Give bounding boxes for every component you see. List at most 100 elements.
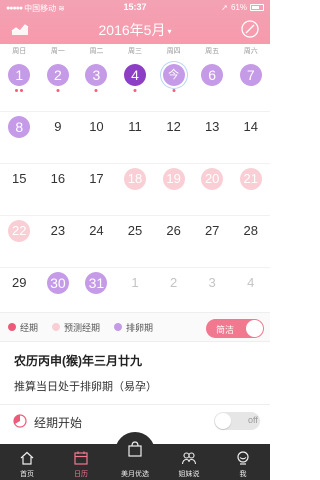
weekday-header: 周日 周一 周二 周三 周四 周五 周六 — [0, 46, 270, 58]
lunar-date: 农历丙申(猴)年三月廿九 — [14, 354, 142, 368]
month-selector[interactable]: 2016年5月 ▾ — [0, 20, 270, 40]
calendar-day[interactable]: 7 — [231, 60, 270, 111]
record-dots — [94, 89, 98, 92]
calendar-week: 1 2 3 4 今 6 7 — [0, 60, 270, 112]
day-number: 26 — [166, 223, 181, 238]
battery-icon — [250, 4, 264, 11]
day-number: 21 — [239, 168, 262, 190]
legend-period: 经期 — [8, 321, 38, 334]
day-number: 8 — [8, 116, 31, 138]
day-number: 2 — [46, 64, 69, 86]
calendar-day[interactable]: 27 — [193, 216, 232, 267]
period-start-label: 经期开始 — [34, 416, 83, 430]
day-number: 16 — [50, 171, 66, 186]
day-number: 1 — [131, 275, 139, 290]
calendar-day[interactable]: 15 — [0, 164, 39, 215]
people-icon — [181, 452, 197, 465]
day-number: 1 — [8, 64, 31, 86]
day-number: 3 — [208, 275, 216, 290]
calendar-icon — [74, 451, 88, 465]
prediction-text: 推算当日处于排卵期（易孕） — [14, 381, 157, 393]
calendar-grid: 1 2 3 4 今 6 7 8 9 10 11 12 13 14 15 16 1… — [0, 60, 270, 320]
calendar-day[interactable]: 13 — [193, 112, 232, 163]
calendar-day[interactable]: 8 — [0, 112, 39, 163]
record-dots — [172, 89, 176, 92]
calendar-day[interactable]: 24 — [77, 216, 116, 267]
calendar-day[interactable]: 3 — [77, 60, 116, 111]
day-number: 6 — [201, 64, 224, 86]
calendar-day[interactable]: 4 — [116, 60, 155, 111]
calendar-header: 2016年5月 ▾ — [0, 14, 270, 44]
chevron-down-icon: ▾ — [167, 26, 172, 36]
calendar-day[interactable]: 2 — [39, 60, 78, 111]
calendar-day[interactable]: 9 — [39, 112, 78, 163]
day-number: 27 — [204, 223, 220, 238]
day-number: 31 — [85, 272, 108, 294]
day-number: 7 — [239, 64, 262, 86]
calendar-day[interactable]: 21 — [231, 164, 270, 215]
calendar-week: 22 23 24 25 26 27 28 — [0, 216, 270, 268]
calendar-day[interactable]: 14 — [231, 112, 270, 163]
toggle-label: 简洁 — [216, 325, 235, 335]
day-number: 29 — [12, 275, 27, 290]
period-start-toggle[interactable]: off — [214, 412, 260, 430]
day-number: 22 — [8, 220, 31, 242]
day-number: 11 — [128, 119, 142, 134]
calendar-day[interactable]: 18 — [116, 164, 155, 215]
ovulation-dot-icon — [114, 323, 123, 331]
day-number: 17 — [89, 171, 104, 186]
calendar-day[interactable]: 28 — [231, 216, 270, 267]
day-number: 2 — [169, 275, 178, 290]
calendar-day[interactable]: 26 — [154, 216, 193, 267]
calendar-day[interactable]: 22 — [0, 216, 39, 267]
weekday-label: 周三 — [128, 48, 143, 55]
toggle-state: off — [248, 415, 258, 425]
calendar-week: 8 9 10 11 12 13 14 — [0, 112, 270, 164]
month-title: 2016年5月 — [98, 22, 166, 38]
toggle-knob — [246, 320, 263, 337]
simple-mode-toggle[interactable]: 简洁 — [206, 319, 264, 338]
tab-home[interactable]: 首页 — [0, 444, 54, 480]
day-number: 今 — [162, 64, 185, 86]
day-number: 18 — [124, 168, 147, 190]
shopping-bag-icon — [128, 441, 142, 457]
day-number: 20 — [201, 168, 224, 190]
top-bar: ●●●●● 中国移动 ≋ 15:37 ➚ 61% 2016年5月 ▾ — [0, 0, 270, 44]
calendar-day[interactable]: 17 — [77, 164, 116, 215]
tab-label: 日历 — [74, 471, 88, 478]
calendar-day[interactable]: 12 — [154, 112, 193, 163]
calendar-day-today[interactable]: 今 — [154, 60, 193, 111]
legend-label: 经期 — [20, 322, 39, 333]
day-number: 28 — [243, 223, 258, 238]
status-right: ➚ 61% — [221, 3, 264, 12]
calendar-day[interactable]: 11 — [116, 112, 155, 163]
calendar-day[interactable]: 20 — [193, 164, 232, 215]
home-icon — [20, 451, 34, 465]
weekday-label: 周一 — [50, 48, 65, 55]
calendar-day[interactable]: 19 — [154, 164, 193, 215]
edit-icon[interactable] — [240, 19, 260, 39]
day-number: 30 — [46, 272, 69, 294]
record-dots — [15, 89, 24, 92]
record-dots — [133, 89, 137, 92]
tab-label: 首页 — [20, 471, 34, 478]
day-number: 10 — [89, 119, 104, 134]
tab-label: 姐妹说 — [178, 471, 200, 478]
weekday-label: 周日 — [12, 48, 27, 55]
day-number: 23 — [50, 223, 66, 238]
tab-calendar[interactable]: 日历 — [54, 444, 108, 480]
calendar-day[interactable]: 23 — [39, 216, 78, 267]
calendar-day[interactable]: 16 — [39, 164, 78, 215]
tab-me[interactable]: 我 — [216, 444, 270, 480]
calendar-day[interactable]: 1 — [0, 60, 39, 111]
calendar-day[interactable]: 6 — [193, 60, 232, 111]
day-number: 4 — [124, 64, 147, 86]
day-number: 9 — [54, 119, 62, 134]
period-pie-icon — [13, 414, 27, 428]
day-number: 13 — [204, 119, 220, 134]
calendar-day[interactable]: 10 — [77, 112, 116, 163]
tab-sisters[interactable]: 姐妹说 — [162, 444, 216, 480]
weekday-label: 周六 — [243, 48, 258, 55]
tab-shop[interactable]: 美月优选 — [108, 432, 162, 480]
calendar-day[interactable]: 25 — [116, 216, 155, 267]
